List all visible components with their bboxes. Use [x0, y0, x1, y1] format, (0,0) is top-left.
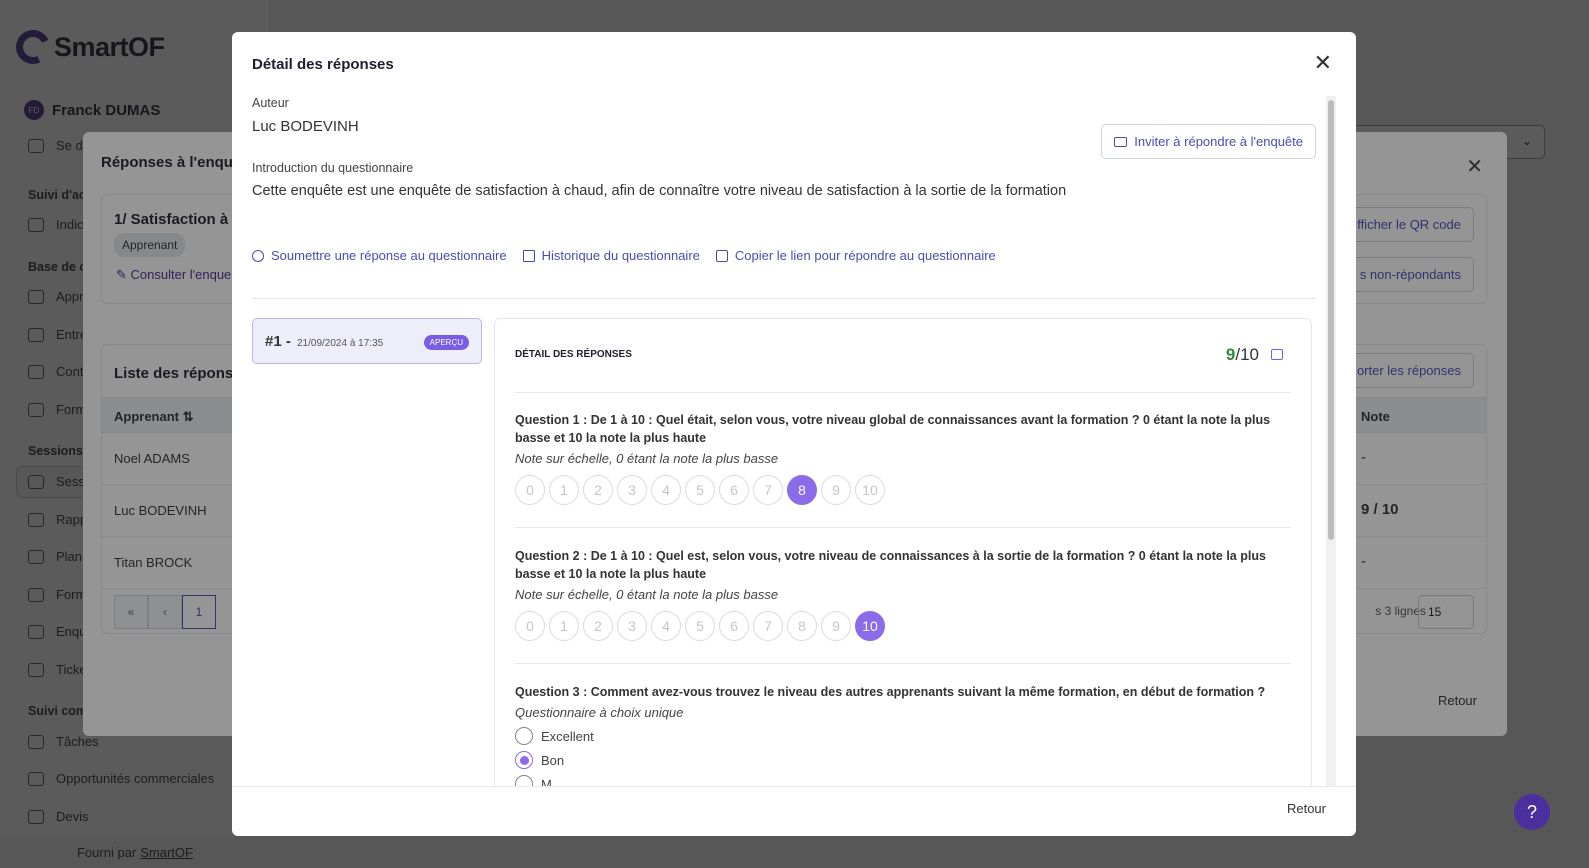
option-label: M — [541, 776, 552, 787]
option-label: Bon — [541, 752, 565, 768]
divider — [515, 527, 1291, 528]
question-2: Question 2 : De 1 à 10 : Quel est, selon… — [515, 547, 1291, 641]
radio-icon — [515, 727, 533, 745]
scale-option: 7 — [753, 475, 783, 505]
response-item[interactable]: #1 - 21/09/2024 à 17:35 APERÇU — [252, 318, 482, 364]
scale-option: 9 — [821, 611, 851, 641]
print-icon[interactable] — [1271, 349, 1283, 360]
scale-option: 2 — [583, 475, 613, 505]
question-type: Note sur échelle, 0 étant la note la plu… — [515, 587, 779, 602]
scale-option: 5 — [685, 475, 715, 505]
response-date: 21/09/2024 à 17:35 — [297, 338, 384, 349]
question-title: Question 3 : Comment avez-vous trouvez l… — [515, 685, 1266, 699]
response-detail-modal: Détail des réponses ✕ Auteur Luc BODEVIN… — [232, 32, 1356, 836]
scale-option: 3 — [617, 475, 647, 505]
question-type: Note sur échelle, 0 étant la note la plu… — [515, 451, 779, 466]
scale-option: 1 — [549, 611, 579, 641]
author-label: Auteur — [252, 96, 289, 110]
scale-option: 4 — [651, 475, 681, 505]
radio-option: Bon — [515, 751, 1291, 769]
radio-option: Excellent — [515, 727, 1291, 745]
scale-option: 5 — [685, 611, 715, 641]
question-title: Question 2 : De 1 à 10 : Quel est, selon… — [515, 549, 1266, 581]
scrollbar[interactable] — [1326, 96, 1336, 786]
scrollbar-thumb[interactable] — [1328, 100, 1334, 540]
radio-option: M — [515, 775, 1291, 787]
help-button[interactable]: ? — [1514, 794, 1550, 830]
close-icon[interactable]: ✕ — [1314, 52, 1332, 74]
invite-button[interactable]: Inviter à répondre à l'enquête — [1101, 124, 1316, 159]
question-type: Questionnaire à choix unique — [515, 705, 684, 720]
scale-option: 9 — [821, 475, 851, 505]
author-name: Luc BODEVINH — [252, 118, 359, 135]
copy-link[interactable]: Copier le lien pour répondre au question… — [715, 248, 996, 263]
divider — [515, 392, 1291, 393]
divider — [515, 663, 1291, 664]
response-number: #1 - — [265, 333, 291, 350]
intro-text: Cette enquête est une enquête de satisfa… — [252, 183, 1067, 199]
scale-option: 6 — [719, 611, 749, 641]
actions-bar: Soumettre une réponse au questionnaire H… — [252, 248, 996, 263]
retour-button[interactable]: Retour — [1287, 801, 1326, 816]
options-list: Excellent Bon M — [515, 727, 1291, 787]
scale-option: 7 — [753, 611, 783, 641]
radio-icon — [515, 775, 533, 786]
radio-icon — [515, 751, 533, 769]
question-1: Question 1 : De 1 à 10 : Quel était, sel… — [515, 411, 1291, 505]
copy-icon — [715, 249, 728, 262]
mail-icon — [1114, 136, 1128, 147]
question-title: Question 1 : De 1 à 10 : Quel était, sel… — [515, 413, 1271, 445]
scale-option: 2 — [583, 611, 613, 641]
divider — [252, 298, 1316, 299]
rating-scale: 0 1 2 3 4 5 6 7 8 9 10 — [515, 611, 1291, 641]
intro-label: Introduction du questionnaire — [252, 161, 414, 175]
rating-scale: 0 1 2 3 4 5 6 7 8 9 10 — [515, 475, 1291, 505]
scale-option: 6 — [719, 475, 749, 505]
modal-title: Détail des réponses — [252, 56, 394, 73]
detail-title: DÉTAIL DES RÉPONSES — [515, 349, 632, 360]
question-3: Question 3 : Comment avez-vous trouvez l… — [515, 683, 1291, 786]
modal-body[interactable]: Auteur Luc BODEVINH Inviter à répondre à… — [252, 96, 1316, 786]
scale-option: 8 — [787, 611, 817, 641]
option-label: Excellent — [541, 728, 594, 744]
scale-option: 8 — [787, 475, 817, 505]
document-icon — [522, 249, 535, 262]
scale-option: 0 — [515, 475, 545, 505]
scale-option: 1 — [549, 475, 579, 505]
scale-option: 10 — [855, 611, 885, 641]
plus-circle-icon — [252, 249, 264, 262]
response-detail: DÉTAIL DES RÉPONSES 9/10 Question 1 : De… — [494, 318, 1312, 786]
modal-footer: Retour — [232, 786, 1356, 836]
scale-option: 0 — [515, 611, 545, 641]
scale-option: 4 — [651, 611, 681, 641]
history-link[interactable]: Historique du questionnaire — [522, 248, 700, 263]
preview-badge: APERÇU — [423, 335, 469, 350]
score: 9/10 — [1225, 345, 1259, 364]
scale-option: 3 — [617, 611, 647, 641]
submit-response-link[interactable]: Soumettre une réponse au questionnaire — [252, 248, 507, 263]
scale-option: 10 — [855, 475, 885, 505]
